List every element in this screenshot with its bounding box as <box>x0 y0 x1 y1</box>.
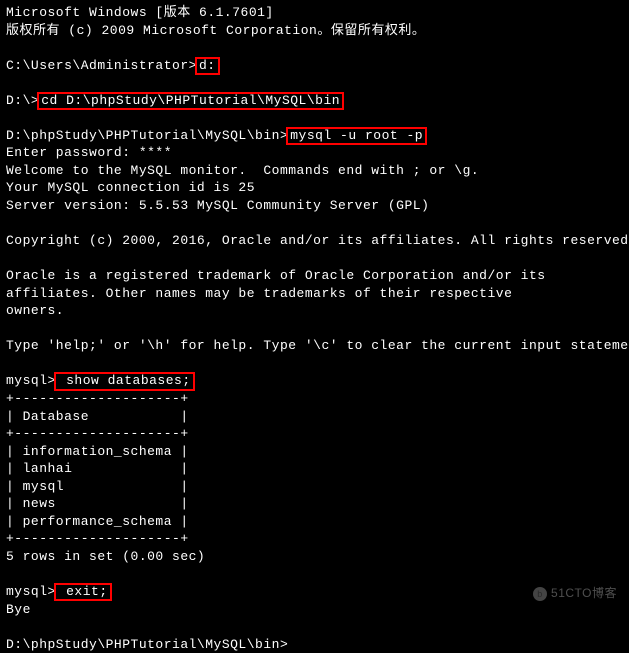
blank <box>6 39 623 57</box>
table-header: | Database | <box>6 408 623 426</box>
mysql-cmd-1[interactable]: mysql> show databases; <box>6 372 623 390</box>
trademark-2: affiliates. Other names may be trademark… <box>6 285 623 303</box>
oracle-copyright: Copyright (c) 2000, 2016, Oracle and/or … <box>6 232 623 250</box>
cmd-cd: cd D:\phpStudy\PHPTutorial\MySQL\bin <box>37 92 344 110</box>
trademark-3: owners. <box>6 302 623 320</box>
cmd-line-2[interactable]: D:\>cd D:\phpStudy\PHPTutorial\MySQL\bin <box>6 92 623 110</box>
cmd-mysql-login: mysql -u root -p <box>286 127 427 145</box>
blank <box>6 566 623 584</box>
table-row: | lanhai | <box>6 460 623 478</box>
watermark-text: 51CTO博客 <box>551 586 617 600</box>
header-version: Microsoft Windows [版本 6.1.7601] <box>6 4 623 22</box>
bye-line: Bye <box>6 601 623 619</box>
cmd-line-1[interactable]: C:\Users\Administrator>d: <box>6 57 623 75</box>
table-border: +--------------------+ <box>6 390 623 408</box>
watermark: b 51CTO博客 <box>533 585 617 601</box>
prompt-path: D:\> <box>6 93 39 108</box>
table-border: +--------------------+ <box>6 425 623 443</box>
blank <box>6 355 623 373</box>
blank <box>6 250 623 268</box>
blank <box>6 74 623 92</box>
trademark-1: Oracle is a registered trademark of Orac… <box>6 267 623 285</box>
table-row: | performance_schema | <box>6 513 623 531</box>
table-row: | information_schema | <box>6 443 623 461</box>
table-footer: 5 rows in set (0.00 sec) <box>6 548 623 566</box>
prompt-path: D:\phpStudy\PHPTutorial\MySQL\bin> <box>6 128 288 143</box>
prompt-path: C:\Users\Administrator> <box>6 58 197 73</box>
table-row: | news | <box>6 495 623 513</box>
welcome-line: Welcome to the MySQL monitor. Commands e… <box>6 162 623 180</box>
table-border: +--------------------+ <box>6 530 623 548</box>
mysql-cmd-2[interactable]: mysql> exit; <box>6 583 623 601</box>
mysql-prompt: mysql> <box>6 584 56 599</box>
password-line: Enter password: **** <box>6 144 623 162</box>
blank <box>6 320 623 338</box>
mysql-prompt: mysql> <box>6 373 56 388</box>
cmd-drive-change: d: <box>195 57 220 75</box>
server-version: Server version: 5.5.53 MySQL Community S… <box>6 197 623 215</box>
blank <box>6 215 623 233</box>
table-row: | mysql | <box>6 478 623 496</box>
connection-id: Your MySQL connection id is 25 <box>6 179 623 197</box>
blank <box>6 109 623 127</box>
watermark-logo-icon: b <box>533 587 547 601</box>
cmd-show-databases: show databases; <box>54 372 195 390</box>
cmd-line-3[interactable]: D:\phpStudy\PHPTutorial\MySQL\bin>mysql … <box>6 127 623 145</box>
blank <box>6 618 623 636</box>
final-prompt[interactable]: D:\phpStudy\PHPTutorial\MySQL\bin> <box>6 636 623 653</box>
help-line: Type 'help;' or '\h' for help. Type '\c'… <box>6 337 623 355</box>
header-copyright: 版权所有 (c) 2009 Microsoft Corporation。保留所有… <box>6 22 623 40</box>
cmd-exit: exit; <box>54 583 112 601</box>
